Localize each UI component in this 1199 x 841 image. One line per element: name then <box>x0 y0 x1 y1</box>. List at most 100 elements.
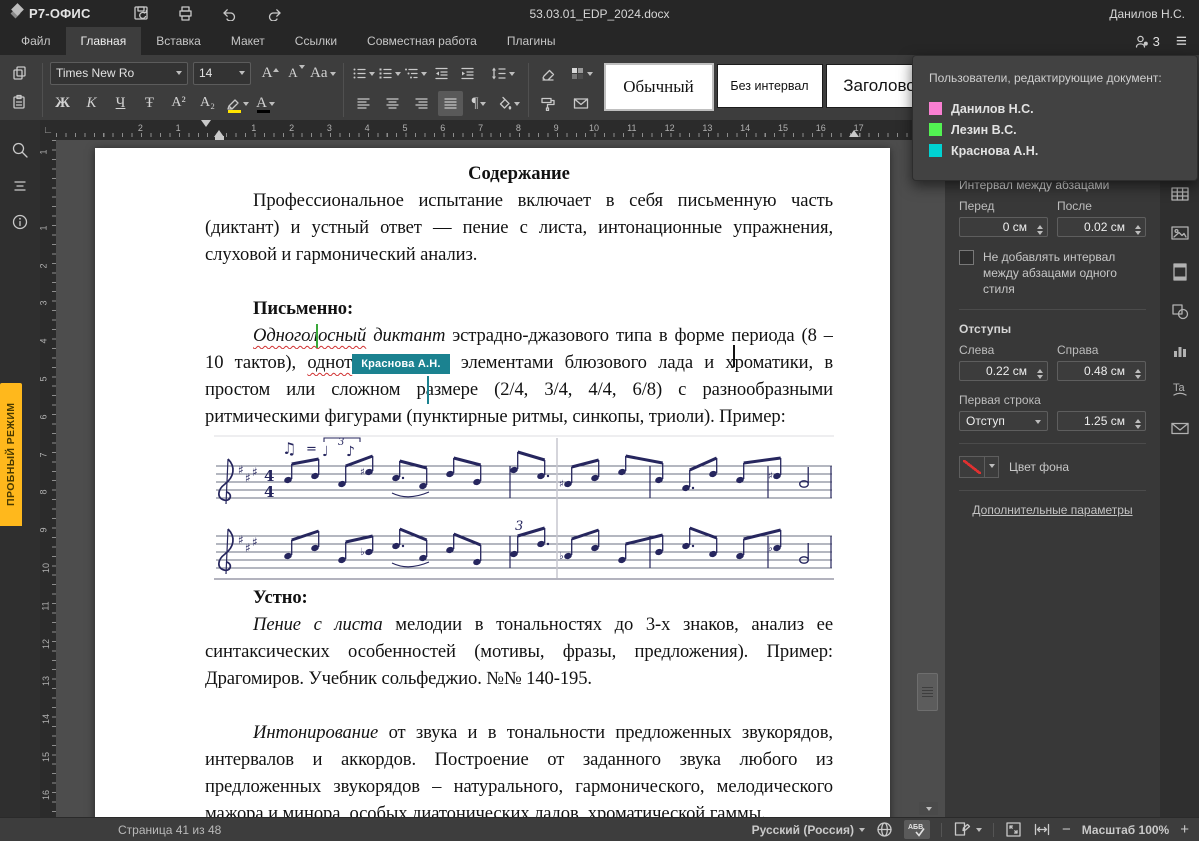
tab-references[interactable]: Ссылки <box>280 27 352 55</box>
align-right-button[interactable] <box>409 91 434 116</box>
main-menu-button[interactable]: ≡ <box>1176 32 1187 51</box>
strikeout-button[interactable]: Ŧ <box>137 91 162 116</box>
chart-settings-button[interactable] <box>1167 338 1193 362</box>
track-changes-button[interactable] <box>953 821 982 838</box>
text-line[interactable]: Интонирование от звука и в тональности п… <box>205 719 833 746</box>
increase-indent-button[interactable] <box>455 61 480 86</box>
superscript-button[interactable]: A² <box>166 91 191 116</box>
search-button[interactable] <box>0 132 40 168</box>
background-color-button[interactable] <box>959 456 999 478</box>
save-button[interactable] <box>129 3 155 25</box>
fit-width-button[interactable] <box>1033 822 1051 837</box>
font-color-button[interactable]: А <box>253 91 278 116</box>
text-line[interactable]: Пение с листа мелодии в тональностях до … <box>205 611 833 638</box>
text-line[interactable]: предложенных звукорядов – натурального, … <box>205 773 833 800</box>
page-info-label[interactable]: Страница 41 из 48 <box>118 823 221 837</box>
spin-down-icon[interactable] <box>1135 425 1141 432</box>
tab-stop-selector[interactable]: ∟ <box>40 120 57 140</box>
text-line[interactable]: мажора и минора, особых диатонических ла… <box>205 800 833 818</box>
copy-button[interactable] <box>6 60 31 85</box>
copy-style-button[interactable] <box>536 91 561 116</box>
vertical-scrollbar-thumb[interactable] <box>917 673 938 711</box>
first-line-field[interactable]: 1.25 см <box>1057 411 1146 431</box>
clear-style-button[interactable] <box>536 61 561 86</box>
mail-merge-settings-button[interactable] <box>1167 416 1193 440</box>
print-button[interactable] <box>173 3 199 25</box>
spin-up-icon[interactable] <box>1135 416 1141 423</box>
text-line[interactable]: синтаксических особенностей (мотивы, фра… <box>205 638 833 665</box>
redo-button[interactable] <box>261 3 287 25</box>
decrease-indent-button[interactable] <box>429 61 454 86</box>
tab-file[interactable]: Файл <box>6 27 66 55</box>
indent-left-field[interactable]: 0.22 см <box>959 361 1048 381</box>
subscript-button[interactable]: A₂ <box>195 91 220 116</box>
horizontal-ruler[interactable]: 211234567891011121314151617 <box>56 120 945 140</box>
text-line[interactable]: 10 тактов), однотКраснова А.Н. элементам… <box>205 349 833 376</box>
spin-down-icon[interactable] <box>1135 375 1141 382</box>
highlight-color-button[interactable] <box>224 91 249 116</box>
font-name-select[interactable]: Times New Ro <box>50 62 188 85</box>
multilevel-list-button[interactable] <box>403 61 428 86</box>
sheet-music-image[interactable]: ♯♯♯44♯♯♯♯♯♯♭♭♭3♫=3♩♪ <box>210 432 833 582</box>
spin-down-icon[interactable] <box>1037 375 1043 382</box>
text-line[interactable]: простом или сложном размере (2/4, 3/4, 4… <box>205 376 833 403</box>
tab-home[interactable]: Главная <box>66 27 142 55</box>
text-line[interactable]: Устно: <box>205 584 833 611</box>
editing-canvas[interactable]: СодержаниеПрофессиональное испытание вкл… <box>56 140 945 818</box>
spin-down-icon[interactable] <box>1037 231 1043 238</box>
undo-button[interactable] <box>217 3 243 25</box>
document-page[interactable]: СодержаниеПрофессиональное испытание вкл… <box>95 148 890 818</box>
align-left-button[interactable] <box>351 91 376 116</box>
document-heading[interactable]: Содержание <box>205 160 833 187</box>
tab-insert[interactable]: Вставка <box>141 27 216 55</box>
language-selector[interactable]: Русский (Россия) <box>752 823 865 837</box>
paragraph-shading-button[interactable] <box>496 91 521 116</box>
mail-merge-button[interactable] <box>569 91 594 116</box>
italic-button[interactable]: К <box>79 91 104 116</box>
spin-up-icon[interactable] <box>1037 222 1043 229</box>
advanced-settings-link[interactable]: Дополнительные параметры <box>959 503 1146 517</box>
style-preview-no-spacing[interactable]: Без интервал <box>717 64 823 108</box>
no-interval-checkbox[interactable] <box>959 250 974 265</box>
table-settings-button[interactable] <box>1167 182 1193 206</box>
decrease-font-button[interactable]: A <box>284 61 309 86</box>
spell-check-button[interactable]: АБВ <box>904 820 930 839</box>
text-line[interactable]: Драгомиров. Учебник сольфеджио. №№ 140-1… <box>205 665 833 692</box>
vertical-ruler[interactable]: 112345678910111213141516 <box>40 140 56 818</box>
first-line-select[interactable]: Отступ <box>959 411 1048 431</box>
color-scheme-button[interactable] <box>569 61 594 86</box>
text-line[interactable]: Профессиональное испытание включает в се… <box>205 187 833 214</box>
scroll-down-button[interactable] <box>919 802 938 815</box>
font-size-select[interactable]: 14 <box>193 62 251 85</box>
text-line[interactable]: Письменно: <box>205 295 833 322</box>
shape-settings-button[interactable] <box>1167 299 1193 323</box>
document-language-button[interactable] <box>876 821 893 838</box>
headers-footers-button[interactable] <box>1167 260 1193 284</box>
spin-up-icon[interactable] <box>1135 222 1141 229</box>
text-art-button[interactable]: Ta <box>1167 377 1193 401</box>
increase-font-button[interactable]: A <box>258 61 283 86</box>
tab-plugins[interactable]: Плагины <box>492 27 571 55</box>
document-body[interactable]: СодержаниеПрофессиональное испытание вкл… <box>95 148 890 818</box>
bullets-button[interactable] <box>351 61 376 86</box>
spin-up-icon[interactable] <box>1135 366 1141 373</box>
zoom-in-button[interactable]: + <box>1180 822 1189 837</box>
zoom-out-button[interactable]: − <box>1062 822 1071 837</box>
spacing-before-field[interactable]: 0 см <box>959 217 1048 237</box>
fit-page-button[interactable] <box>1005 821 1022 838</box>
navigation-button[interactable] <box>0 168 40 204</box>
tab-layout[interactable]: Макет <box>216 27 280 55</box>
tab-collaboration[interactable]: Совместная работа <box>352 27 492 55</box>
image-settings-button[interactable] <box>1167 221 1193 245</box>
text-line[interactable]: интервалов и аккордов. Построение от зад… <box>205 746 833 773</box>
spin-down-icon[interactable] <box>1135 231 1141 238</box>
collaboration-users-button[interactable]: 3 <box>1134 34 1160 49</box>
bold-button[interactable]: Ж <box>50 91 75 116</box>
about-button[interactable] <box>0 204 40 240</box>
spacing-after-field[interactable]: 0.02 см <box>1057 217 1146 237</box>
indent-right-field[interactable]: 0.48 см <box>1057 361 1146 381</box>
text-line[interactable]: слуховой и гармонический анализ. <box>205 241 833 268</box>
text-line[interactable]: ритмическими фигурами (пунктирные ритмы,… <box>205 403 833 430</box>
right-indent-marker[interactable] <box>849 125 859 137</box>
text-line[interactable]: (диктант) и устный ответ — пение с листа… <box>205 214 833 241</box>
